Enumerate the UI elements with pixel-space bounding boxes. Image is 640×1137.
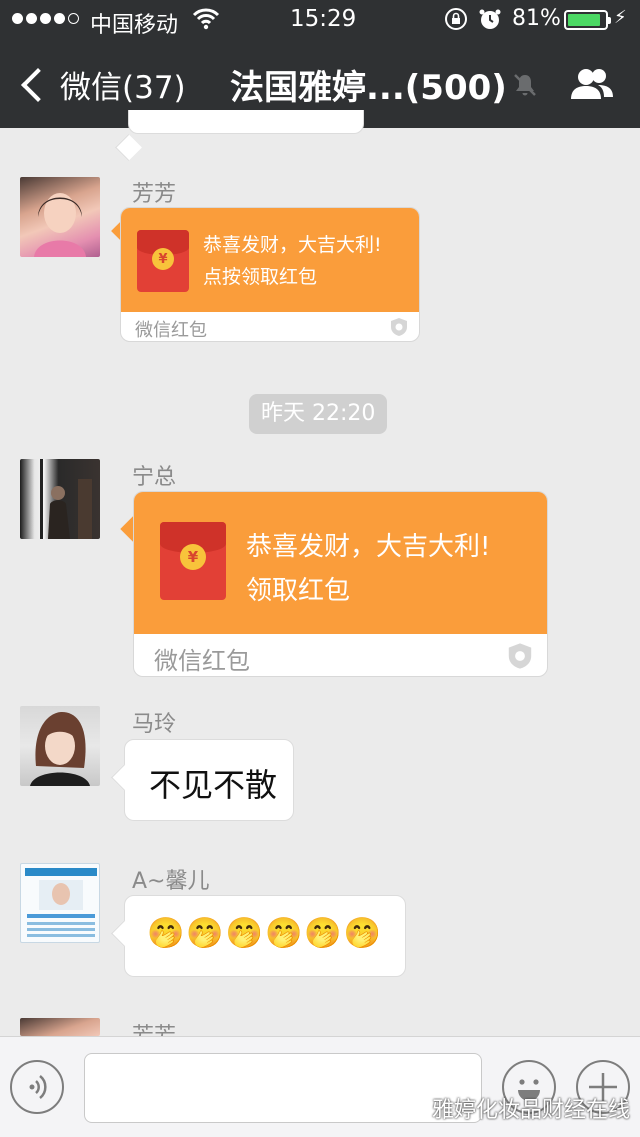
back-label: 微信(37) [60, 70, 186, 106]
emoji-text: 🤭🤭🤭🤭🤭🤭 [147, 916, 384, 951]
rotation-lock-icon [444, 7, 468, 37]
red-packet-greeting: 恭喜发财，大吉大利! [246, 532, 491, 562]
group-icon[interactable] [568, 66, 616, 106]
battery-percent: 81% [512, 6, 561, 31]
watermark-text: 雅婷化妆品财经在线 [432, 1098, 631, 1123]
wifi-icon [192, 6, 220, 36]
chevron-left-icon [21, 67, 55, 102]
status-bar: 中国移动 15:29 81% ⚡ [0, 0, 640, 40]
avatar[interactable] [20, 177, 100, 257]
charging-icon: ⚡ [614, 7, 627, 28]
red-envelope-icon: ¥ [160, 522, 226, 600]
watermark: 雅婷化妆品财经在线 [396, 1092, 630, 1124]
signal-dot [54, 13, 65, 24]
red-packet-footer: 微信红包 [154, 647, 250, 675]
yuan-coin-icon: ¥ [152, 248, 174, 270]
partial-bubble [128, 110, 364, 134]
red-envelope-icon: ¥ [137, 230, 189, 292]
avatar[interactable] [20, 459, 100, 539]
signal-dot-empty [68, 13, 79, 24]
sender-name: 马玲 [132, 712, 177, 737]
alarm-icon [478, 7, 502, 37]
signal-dot [12, 13, 23, 24]
shield-icon [391, 318, 407, 336]
mute-icon [512, 72, 538, 102]
timestamp: 昨天 22:20 [249, 394, 388, 434]
shield-icon [508, 643, 532, 669]
voice-button[interactable] [10, 1060, 64, 1114]
voice-icon [29, 1075, 47, 1099]
red-packet-message[interactable]: ¥ 恭喜发财，大吉大利! 点按领取红包 微信红包 [120, 207, 420, 342]
avatar[interactable] [20, 863, 100, 943]
signal-dot [40, 13, 51, 24]
red-packet-action: 领取红包 [246, 576, 351, 606]
chat-title: 法国雅婷...(500) [230, 68, 507, 108]
sender-name: A~馨儿 [132, 869, 210, 894]
red-packet-footer: 微信红包 [135, 320, 207, 341]
carrier-name: 中国移动 [90, 13, 179, 38]
sender-name: 芳芳 [132, 182, 177, 207]
sender-name: 芳芳 [132, 1018, 176, 1036]
red-packet-greeting: 恭喜发财，大吉大利! [203, 234, 382, 256]
back-button[interactable]: 微信(37) [18, 62, 186, 107]
signal-dot [26, 13, 37, 24]
yuan-coin-icon: ¥ [180, 544, 206, 570]
avatar[interactable] [20, 706, 100, 786]
signal-strength [12, 13, 79, 24]
red-packet-action: 点按领取红包 [203, 266, 318, 288]
message-text: 不见不散 [149, 766, 278, 804]
sender-name: 宁总 [132, 465, 177, 490]
emoji-message[interactable]: 🤭🤭🤭🤭🤭🤭 [124, 895, 406, 977]
wechat-logo-icon [396, 1096, 425, 1119]
red-packet-message[interactable]: ¥ 恭喜发财，大吉大利! 领取红包 微信红包 [133, 491, 548, 677]
battery-icon [564, 10, 611, 30]
text-message[interactable]: 不见不散 [124, 739, 294, 821]
clock: 15:29 [290, 6, 357, 32]
avatar[interactable] [20, 1018, 100, 1036]
top-bar: 中国移动 15:29 81% ⚡ 微信(37) 法国雅婷...(500) [0, 0, 640, 128]
